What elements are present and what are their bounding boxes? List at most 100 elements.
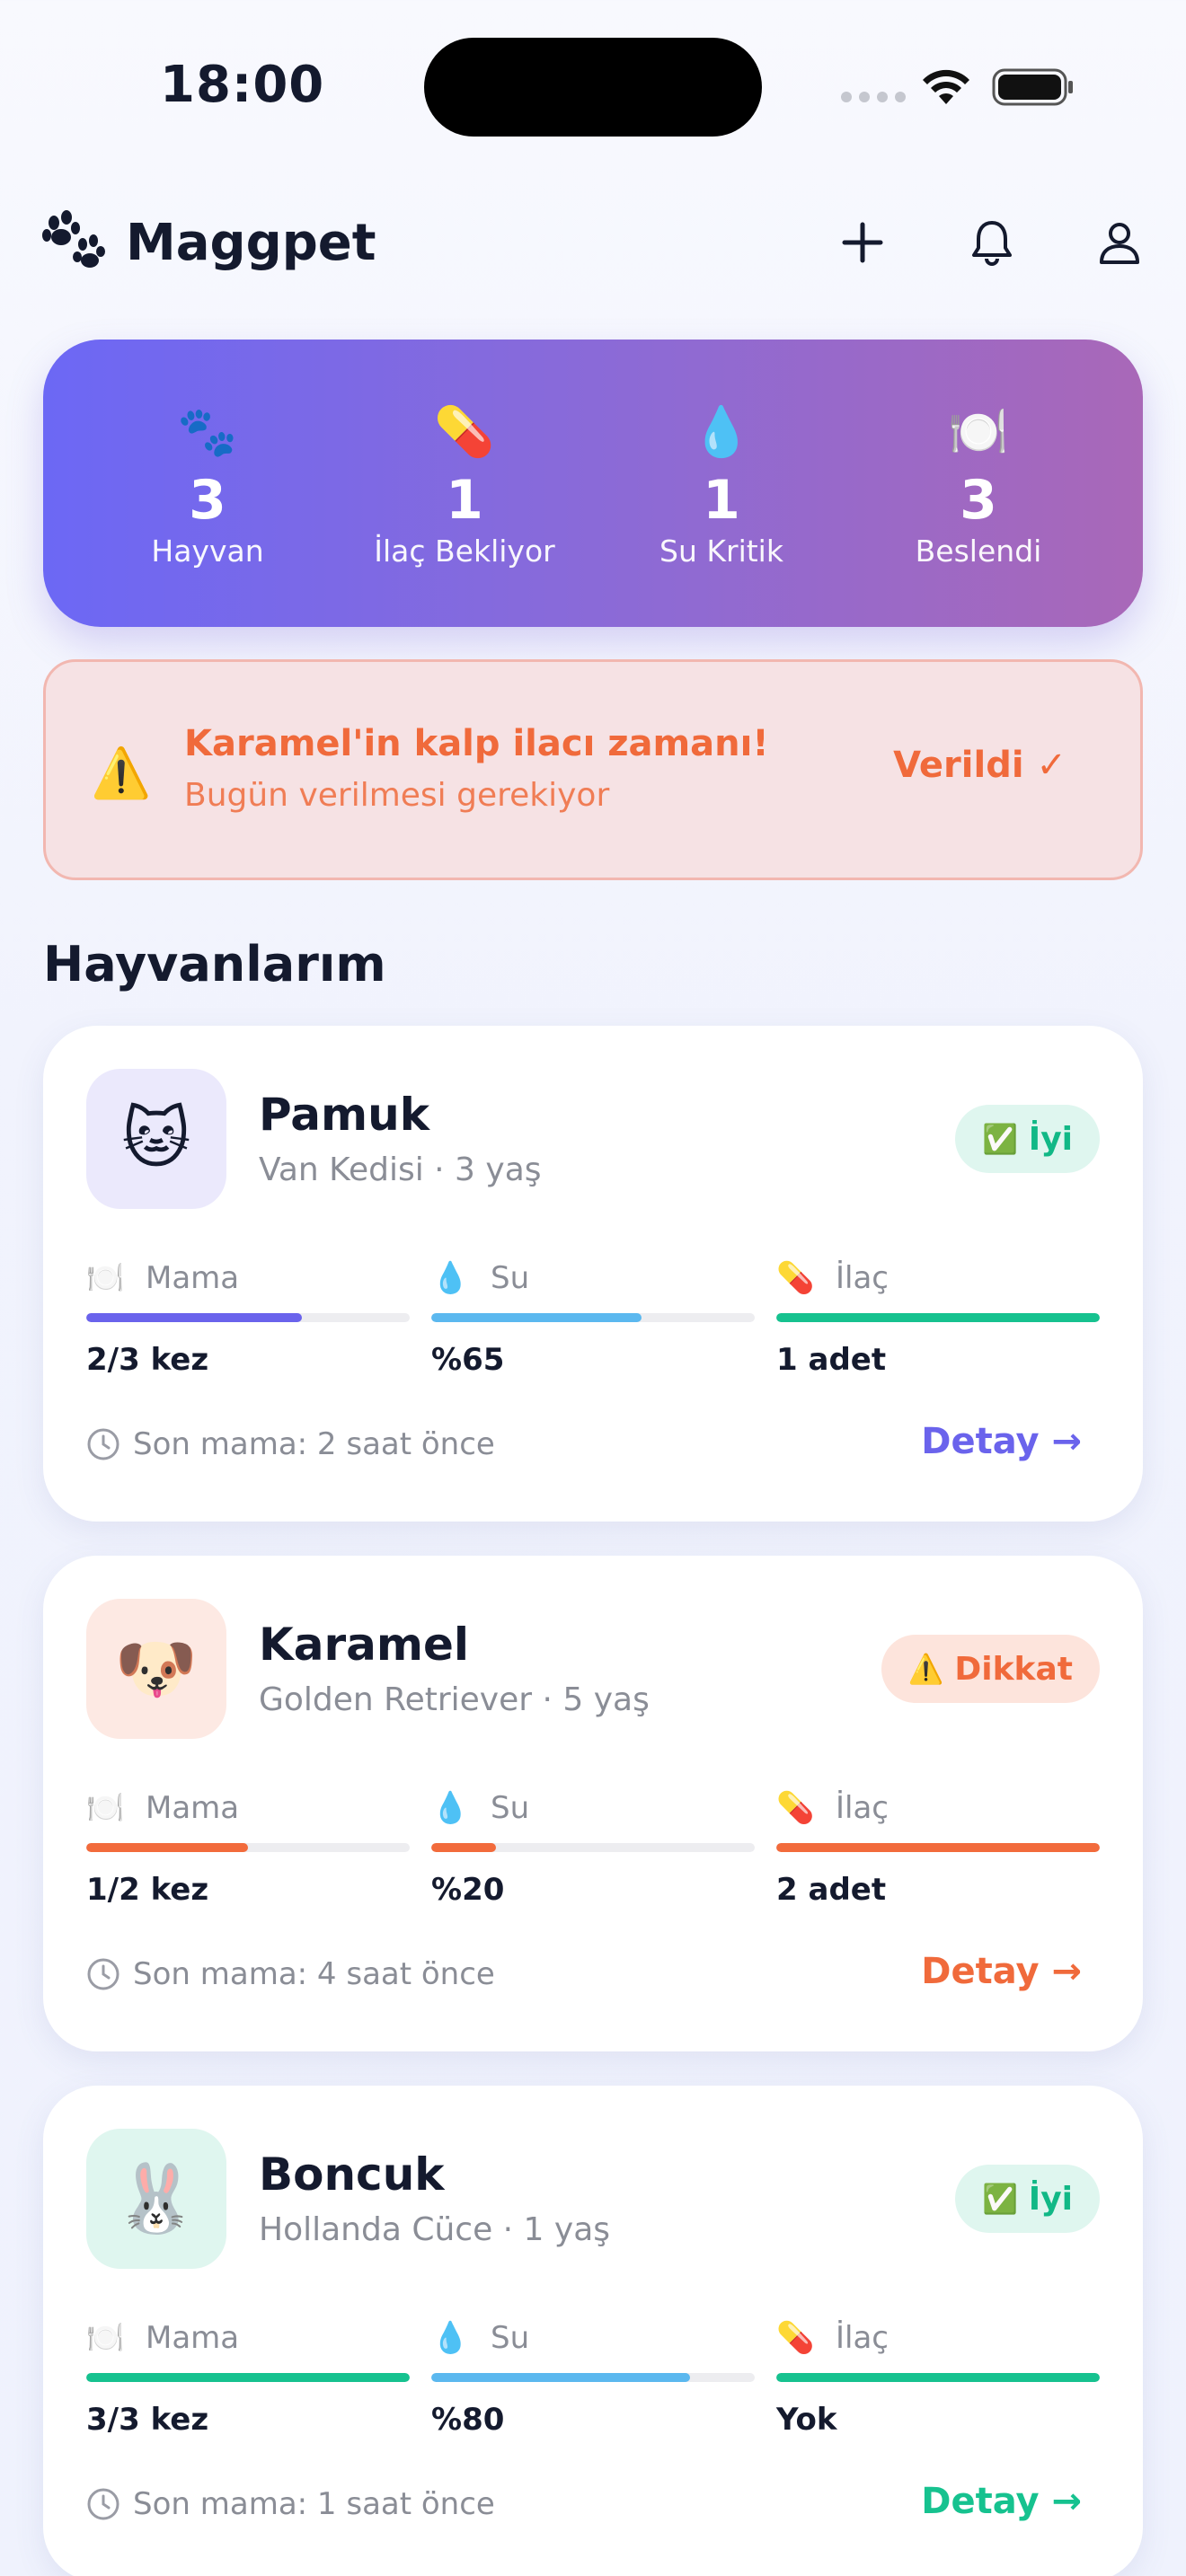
metric-value: 2 adet bbox=[776, 1872, 887, 1908]
metric-progress-bar bbox=[776, 1843, 1100, 1852]
status-time: 18:00 bbox=[160, 56, 325, 114]
battery-icon bbox=[992, 68, 1073, 106]
pill-icon: 💊 bbox=[776, 1790, 815, 1826]
pet-avatar-icon: 🐱 bbox=[121, 1100, 191, 1178]
pet-detail-link[interactable]: Detay → bbox=[921, 2481, 1082, 2522]
pet-avatar: 🐱 bbox=[86, 1069, 226, 1209]
status-bar: 18:00 bbox=[0, 0, 1186, 171]
pet-avatar-icon: 🐰 bbox=[114, 2159, 199, 2237]
metric-value: %20 bbox=[431, 1872, 505, 1908]
metric-progress-fill bbox=[431, 1313, 642, 1322]
stat-label: Su Kritik bbox=[659, 534, 783, 569]
stat-label: İlaç Bekliyor bbox=[374, 534, 555, 569]
metric-label: Mama bbox=[146, 1790, 240, 1826]
last-fed-text: Son mama: 2 saat önce bbox=[133, 1426, 495, 1462]
plate-icon: 🍽️ bbox=[948, 403, 1009, 460]
pet-avatar: 🐶 bbox=[86, 1599, 226, 1739]
app-header: Maggpet bbox=[0, 198, 1186, 287]
pet-name: Pamuk bbox=[259, 1089, 429, 1141]
app-title: Maggpet bbox=[126, 214, 376, 272]
metric-value: %65 bbox=[431, 1342, 505, 1378]
metric-medicine: 💊 İlaç 1 adet bbox=[776, 1256, 1100, 1378]
status-icon: ⚠️ bbox=[907, 1652, 944, 1686]
wifi-icon bbox=[923, 69, 969, 104]
status-label: Dikkat bbox=[954, 1650, 1073, 1688]
status-icon: ✅ bbox=[981, 1122, 1018, 1156]
pill-icon: 💊 bbox=[776, 1260, 815, 1296]
metric-value: 3/3 kez bbox=[86, 2402, 209, 2438]
stat-label: Beslendi bbox=[915, 534, 1042, 569]
cellular-signal-icon bbox=[841, 92, 906, 102]
last-fed: Son mama: 1 saat önce bbox=[86, 2486, 495, 2522]
last-fed-text: Son mama: 1 saat önce bbox=[133, 2486, 495, 2522]
stat-pets[interactable]: 🐾 3 Hayvan bbox=[100, 340, 315, 627]
metric-label: Mama bbox=[146, 2320, 240, 2356]
metric-food: 🍽️ Mama 1/2 kez bbox=[86, 1786, 410, 1908]
last-fed: Son mama: 4 saat önce bbox=[86, 1956, 495, 1992]
last-fed-text: Son mama: 4 saat önce bbox=[133, 1956, 495, 1992]
paw-icon: 🐾 bbox=[177, 403, 238, 460]
metric-progress-fill bbox=[776, 1313, 1100, 1322]
metric-medicine: 💊 İlaç 2 adet bbox=[776, 1786, 1100, 1908]
pet-metrics: 🍽️ Mama 1/2 kez 💧 Su %20 💊 İlaç 2 adet bbox=[86, 1786, 1100, 1908]
medication-alert: ⚠️ Karamel'in kalp ilacı zamanı! Bugün v… bbox=[43, 659, 1143, 880]
metric-value: 2/3 kez bbox=[86, 1342, 209, 1378]
metric-water: 💧 Su %65 bbox=[431, 1256, 755, 1378]
profile-button[interactable] bbox=[1087, 210, 1152, 275]
metric-value: %80 bbox=[431, 2402, 505, 2438]
metric-value: 1 adet bbox=[776, 1342, 887, 1378]
metric-food: 🍽️ Mama 2/3 kez bbox=[86, 1256, 410, 1378]
metric-progress-bar bbox=[431, 1843, 755, 1852]
paw-logo-icon bbox=[42, 210, 105, 268]
status-badge: ⚠️ Dikkat bbox=[881, 1635, 1100, 1703]
metric-progress-fill bbox=[431, 1843, 496, 1852]
stat-value: 1 bbox=[703, 469, 740, 532]
pet-breed-age: Hollanda Cüce · 1 yaş bbox=[259, 2211, 611, 2248]
water-drop-icon: 💧 bbox=[431, 2320, 470, 2356]
notifications-button[interactable] bbox=[960, 210, 1024, 275]
status-label: İyi bbox=[1028, 2180, 1073, 2218]
metric-progress-bar bbox=[86, 1843, 410, 1852]
status-badge: ✅ İyi bbox=[954, 2165, 1100, 2233]
metric-label: Su bbox=[491, 1790, 530, 1826]
stat-fed[interactable]: 🍽️ 3 Beslendi bbox=[871, 340, 1086, 627]
status-badge: ✅ İyi bbox=[954, 1105, 1100, 1173]
metric-value: 1/2 kez bbox=[86, 1872, 209, 1908]
stat-water-critical[interactable]: 💧 1 Su Kritik bbox=[614, 340, 829, 627]
stat-medicine-pending[interactable]: 💊 1 İlaç Bekliyor bbox=[357, 340, 572, 627]
metric-medicine: 💊 İlaç Yok bbox=[776, 2316, 1100, 2438]
pet-card[interactable]: 🐰 Boncuk Hollanda Cüce · 1 yaş ✅ İyi 🍽️ … bbox=[43, 2086, 1143, 2576]
alert-title: Karamel'in kalp ilacı zamanı! bbox=[184, 723, 769, 764]
section-title: Hayvanlarım bbox=[43, 936, 386, 992]
status-label: İyi bbox=[1028, 1120, 1073, 1158]
metric-progress-bar bbox=[86, 1313, 410, 1322]
pet-name: Boncuk bbox=[259, 2148, 445, 2201]
pet-detail-link[interactable]: Detay → bbox=[921, 1951, 1082, 1992]
pet-detail-link[interactable]: Detay → bbox=[921, 1421, 1082, 1462]
mark-given-button[interactable]: Verildi ✓ bbox=[893, 745, 1067, 786]
clock-icon bbox=[87, 1958, 119, 1990]
user-icon bbox=[1100, 223, 1139, 264]
pet-breed-age: Golden Retriever · 5 yaş bbox=[259, 1681, 650, 1718]
add-pet-button[interactable] bbox=[830, 210, 895, 275]
metric-progress-fill bbox=[431, 2373, 690, 2382]
pet-avatar: 🐰 bbox=[86, 2129, 226, 2269]
warning-icon: ⚠️ bbox=[91, 745, 152, 801]
metric-progress-bar bbox=[86, 2373, 410, 2382]
metric-progress-fill bbox=[86, 1313, 303, 1322]
clock-icon bbox=[87, 1428, 119, 1460]
alert-subtitle: Bugün verilmesi gerekiyor bbox=[184, 777, 610, 814]
plate-icon: 🍽️ bbox=[86, 1790, 125, 1826]
metric-progress-fill bbox=[86, 2373, 410, 2382]
stat-label: Hayvan bbox=[151, 534, 264, 569]
pet-card[interactable]: 🐶 Karamel Golden Retriever · 5 yaş ⚠️ Di… bbox=[43, 1556, 1143, 2051]
clock-icon bbox=[87, 2488, 119, 2520]
bell-icon bbox=[972, 221, 1012, 266]
pet-card[interactable]: 🐱 Pamuk Van Kedisi · 3 yaş ✅ İyi 🍽️ Mama… bbox=[43, 1026, 1143, 1522]
metric-progress-bar bbox=[776, 2373, 1100, 2382]
metric-value: Yok bbox=[776, 2402, 837, 2438]
pet-metrics: 🍽️ Mama 2/3 kez 💧 Su %65 💊 İlaç 1 adet bbox=[86, 1256, 1100, 1378]
last-fed: Son mama: 2 saat önce bbox=[86, 1426, 495, 1462]
plate-icon: 🍽️ bbox=[86, 1260, 125, 1296]
metric-progress-bar bbox=[431, 2373, 755, 2382]
